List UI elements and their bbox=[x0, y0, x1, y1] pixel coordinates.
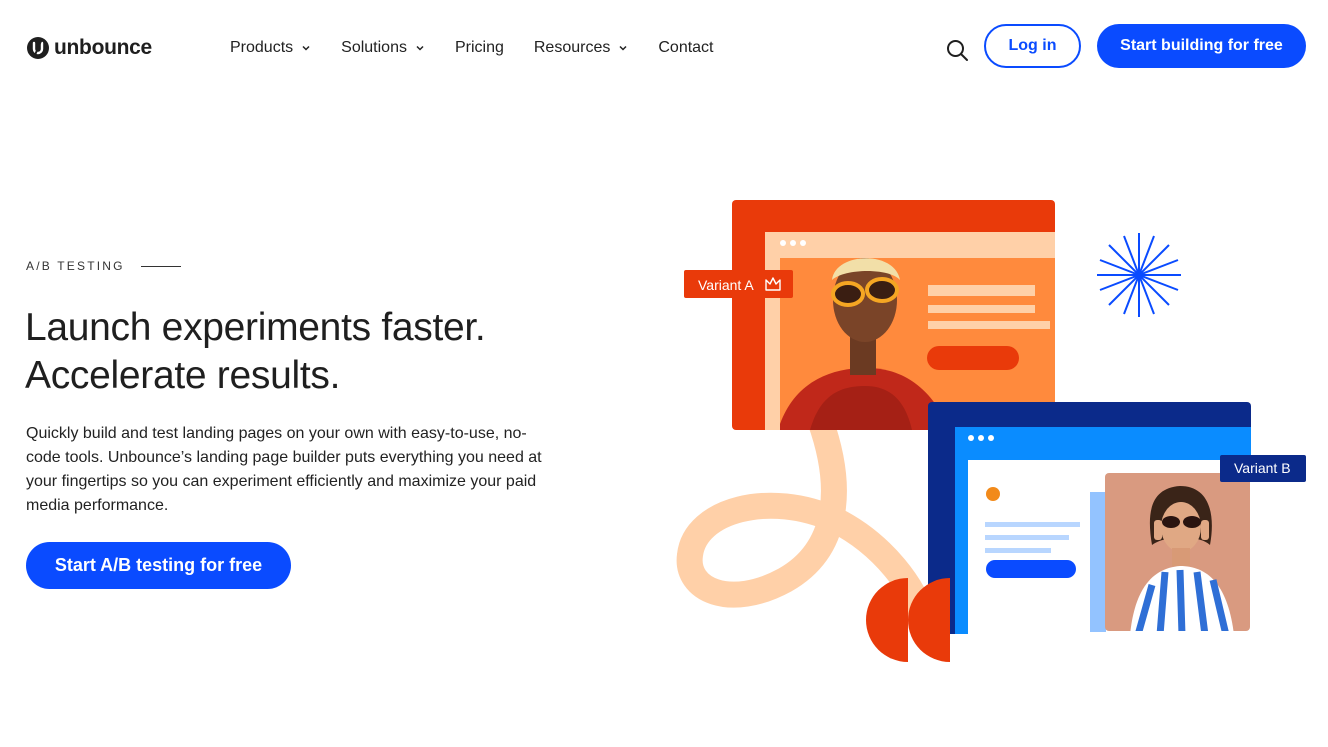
ab-testing-illustration bbox=[676, 200, 1306, 662]
start-building-button[interactable]: Start building for free bbox=[1097, 24, 1306, 68]
nav-contact[interactable]: Contact bbox=[658, 37, 713, 59]
decorative-half-circle bbox=[866, 578, 908, 662]
eyebrow-label: A/B TESTING bbox=[26, 259, 125, 273]
nav-label: Solutions bbox=[341, 39, 407, 56]
headline-line-1: Launch experiments faster. bbox=[25, 306, 486, 349]
starburst-icon bbox=[1097, 233, 1181, 317]
nav-products[interactable]: Products bbox=[230, 37, 311, 59]
nav-label: Resources bbox=[533, 39, 611, 56]
headline-line-2: Accelerate results. bbox=[25, 354, 341, 397]
variant-b-window bbox=[928, 402, 1251, 634]
logo-text: unbounce bbox=[54, 36, 152, 59]
variant-b-label: Variant B bbox=[1234, 460, 1291, 476]
login-button[interactable]: Log in bbox=[984, 24, 1081, 68]
nav-pricing[interactable]: Pricing bbox=[455, 37, 504, 59]
chevron-down-icon bbox=[619, 45, 627, 51]
hero-description: Quickly build and test landing pages on … bbox=[26, 425, 542, 514]
main-nav: Products Solutions Pricing Resources Con… bbox=[230, 37, 744, 59]
nav-resources[interactable]: Resources bbox=[534, 37, 628, 59]
start-ab-testing-button[interactable]: Start A/B testing for free bbox=[26, 542, 291, 589]
chevron-down-icon bbox=[302, 45, 310, 51]
unbounce-logo-icon bbox=[27, 37, 49, 59]
variant-a-label: Variant A bbox=[698, 277, 754, 293]
eyebrow: A/B TESTING bbox=[26, 259, 181, 273]
nav-label: Products bbox=[230, 39, 294, 56]
nav-solutions[interactable]: Solutions bbox=[341, 37, 425, 59]
logo[interactable]: unbounce bbox=[26, 36, 152, 60]
page-title: Launch experiments faster. Accelerate re… bbox=[25, 304, 645, 400]
nav-label: Contact bbox=[658, 39, 714, 56]
search-icon[interactable] bbox=[945, 38, 969, 62]
eyebrow-divider bbox=[140, 265, 181, 267]
chevron-down-icon bbox=[416, 45, 424, 51]
nav-label: Pricing bbox=[454, 39, 504, 56]
variant-a-window bbox=[732, 200, 1055, 430]
